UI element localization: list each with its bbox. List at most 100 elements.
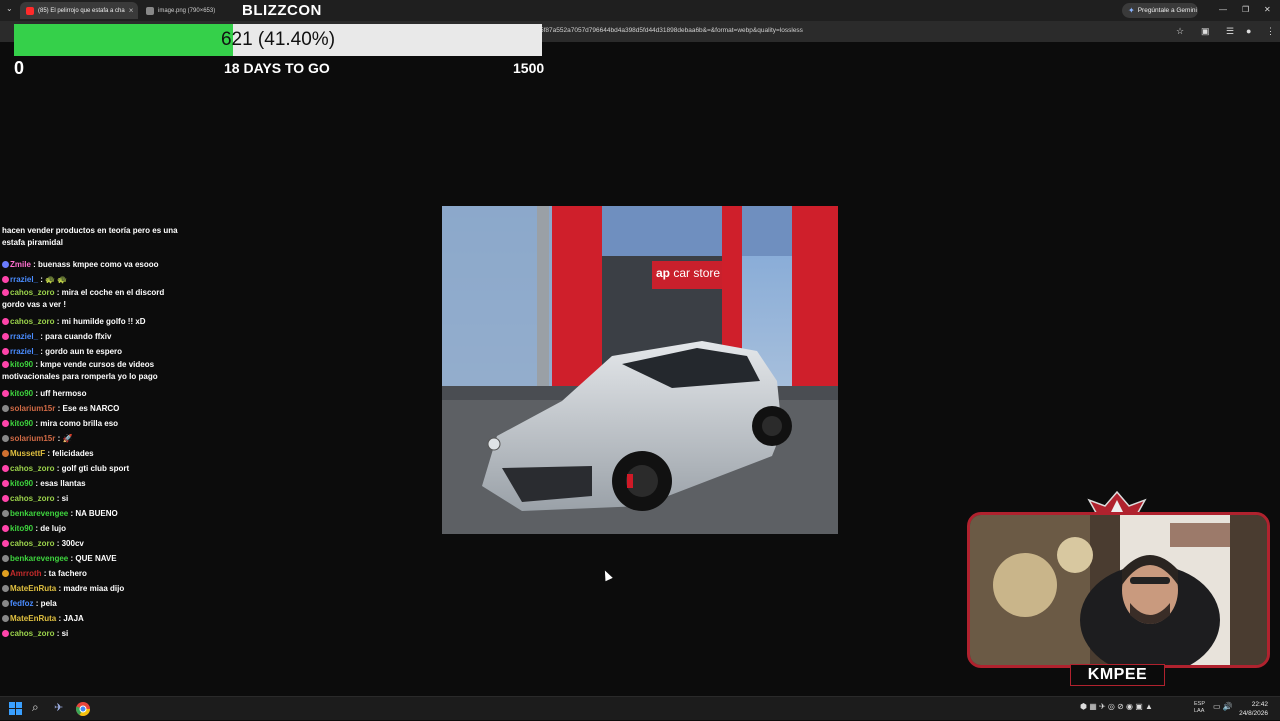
chat-username[interactable]: cahos_zoro <box>10 464 54 473</box>
tab-0[interactable]: (85) El pelirrojo que estafa a cha × <box>20 2 138 19</box>
chat-username[interactable]: Zmile <box>10 260 31 269</box>
webcam-feed <box>967 512 1270 668</box>
tab-search-icon[interactable]: ⌄ <box>6 4 13 13</box>
chat-text: : Ese es NARCO <box>57 404 120 413</box>
gemini-button[interactable]: ✦ Pregúntale a Gemini <box>1122 3 1198 18</box>
chat-message: benkarevengee : NA BUENO <box>2 508 178 520</box>
chat-message: cahos_zoro : mi humilde golfo !! xD <box>2 316 178 328</box>
chat-badge-icon <box>2 261 9 269</box>
chat-text: hacen vender productos en teoría pero es… <box>2 226 178 247</box>
chat-username[interactable]: kito90 <box>10 419 33 428</box>
tray-app-icons[interactable]: ⬢ ▦ ✈ ◎ ⊘ ◉ ▣ ▲ <box>1080 702 1153 711</box>
chat-message: MateEnRuta : madre miaa dijo <box>2 583 178 595</box>
url-text[interactable]: 5f87a552a7057d796644bd4a398d5fd44d31898d… <box>540 27 803 34</box>
chat-text: : para cuando ffxiv <box>40 332 112 341</box>
chat-username[interactable]: MateEnRuta <box>10 584 56 593</box>
chat-username[interactable]: fedfoz <box>10 599 34 608</box>
chat-username[interactable]: MateEnRuta <box>10 614 56 623</box>
chat-username[interactable]: Amrroth <box>10 569 42 578</box>
chat-badge-icon <box>2 276 9 284</box>
chat-text: : QUE NAVE <box>70 554 117 563</box>
tab-1[interactable]: image.png (790×653) <box>140 2 240 19</box>
chat-message: kito90 : mira como brilla eso <box>2 418 178 430</box>
tray-system-icons[interactable]: ▭ 🔊 <box>1213 702 1233 711</box>
chat-username[interactable]: kito90 <box>10 524 33 533</box>
chat-badge-icon <box>2 600 9 608</box>
gemini-label: Pregúntale a Gemini <box>1137 7 1197 14</box>
mouse-cursor <box>601 568 613 582</box>
store-sign-text: car store <box>673 266 721 280</box>
keyboard-language[interactable]: ESP LAA <box>1194 701 1205 715</box>
chat-badge-icon <box>2 333 9 341</box>
chat-message: cahos_zoro : si <box>2 493 178 505</box>
chat-text: : buenass kmpee como va esooo <box>33 260 159 269</box>
close-tab-icon[interactable]: × <box>129 6 134 15</box>
chat-text: : mi humilde golfo !! xD <box>56 317 146 326</box>
clock-time: 22:42 <box>1251 701 1268 708</box>
chat-badge-icon <box>2 390 9 398</box>
chat-username[interactable]: MussettF <box>10 449 45 458</box>
chat-username[interactable]: solarium15r <box>10 434 55 443</box>
more-options-icon[interactable]: ⋮ <box>1266 26 1275 37</box>
chat-username[interactable]: kito90 <box>10 360 33 369</box>
windows-start-icon[interactable] <box>9 702 23 716</box>
menu-list-icon[interactable]: ☰ <box>1226 26 1234 37</box>
chat-text: : golf gti club sport <box>56 464 130 473</box>
chat-message: benkarevengee : QUE NAVE <box>2 553 178 565</box>
chat-username[interactable]: cahos_zoro <box>10 288 54 297</box>
chat-username[interactable]: rraziel_ <box>10 347 38 356</box>
chat-username[interactable]: cahos_zoro <box>10 629 54 638</box>
chat-badge-icon <box>2 450 9 458</box>
chat-text: : gordo aun te espero <box>40 347 123 356</box>
clock-date: 24/8/2026 <box>1239 710 1268 717</box>
chat-badge-icon <box>2 465 9 473</box>
chat-message: fedfoz : pela <box>2 598 178 610</box>
chat-badge-icon <box>2 540 9 548</box>
taskbar: ⌕ ✈ ⬢ ▦ ✈ ◎ ⊘ ◉ ▣ ▲ ESP LAA ▭ 🔊 22:42 24… <box>0 696 1280 720</box>
globe-icon <box>146 6 154 15</box>
chat-username[interactable]: benkarevengee <box>10 509 68 518</box>
tab-0-label: (85) El pelirrojo que estafa a cha <box>38 7 125 14</box>
minimize-icon[interactable]: — <box>1219 5 1227 14</box>
close-window-icon[interactable]: ✕ <box>1264 5 1271 14</box>
taskbar-clock[interactable]: 22:42 24/8/2026 <box>1239 700 1268 718</box>
chat-message: rraziel_ : gordo aun te espero <box>2 346 178 358</box>
steam-icon[interactable]: ✈ <box>54 701 68 715</box>
chat-username[interactable]: cahos_zoro <box>10 539 54 548</box>
profile-icon[interactable]: ● <box>1246 26 1251 36</box>
extensions-icon[interactable]: ▣ <box>1201 26 1210 37</box>
chrome-icon[interactable] <box>76 702 90 716</box>
chat-badge-icon <box>2 585 9 593</box>
chat-text: : si <box>56 629 69 638</box>
gemini-icon: ✦ <box>1128 6 1135 15</box>
chat-message: cahos_zoro : si <box>2 628 178 640</box>
chat-text: : pela <box>35 599 57 608</box>
chat-badge-icon <box>2 480 9 488</box>
chat-username[interactable]: kito90 <box>10 479 33 488</box>
chat-message: MateEnRuta : JAJA <box>2 613 178 625</box>
chat-text: : 🚀 <box>57 434 73 443</box>
youtube-icon <box>26 6 34 15</box>
goal-max-label: 1500 <box>513 60 545 76</box>
search-icon[interactable]: ⌕ <box>32 700 46 714</box>
chat-username[interactable]: solarium15r <box>10 404 55 413</box>
chat-message: cahos_zoro : mira el coche en el discord… <box>2 287 178 311</box>
chat-username[interactable]: rraziel_ <box>10 332 38 341</box>
chat-text: : NA BUENO <box>70 509 118 518</box>
chat-text: : esas llantas <box>35 479 86 488</box>
browser-tab-bar: ⌄ (85) El pelirrojo que estafa a cha × i… <box>0 0 1280 21</box>
chat-badge-icon <box>2 525 9 533</box>
chat-username[interactable]: kito90 <box>10 389 33 398</box>
chat-username[interactable]: benkarevengee <box>10 554 68 563</box>
restore-icon[interactable]: ❐ <box>1242 5 1249 14</box>
chat-text: : uff hermoso <box>35 389 87 398</box>
chat-message: kito90 : esas llantas <box>2 478 178 490</box>
bookmark-star-icon[interactable]: ☆ <box>1176 26 1184 37</box>
chat-username[interactable]: cahos_zoro <box>10 494 54 503</box>
chat-text: : 300cv <box>56 539 84 548</box>
chat-message: kito90 : uff hermoso <box>2 388 178 400</box>
chat-message: kito90 : de lujo <box>2 523 178 535</box>
chat-badge-icon <box>2 435 9 443</box>
chat-username[interactable]: cahos_zoro <box>10 317 54 326</box>
chat-username[interactable]: rraziel_ <box>10 275 38 284</box>
